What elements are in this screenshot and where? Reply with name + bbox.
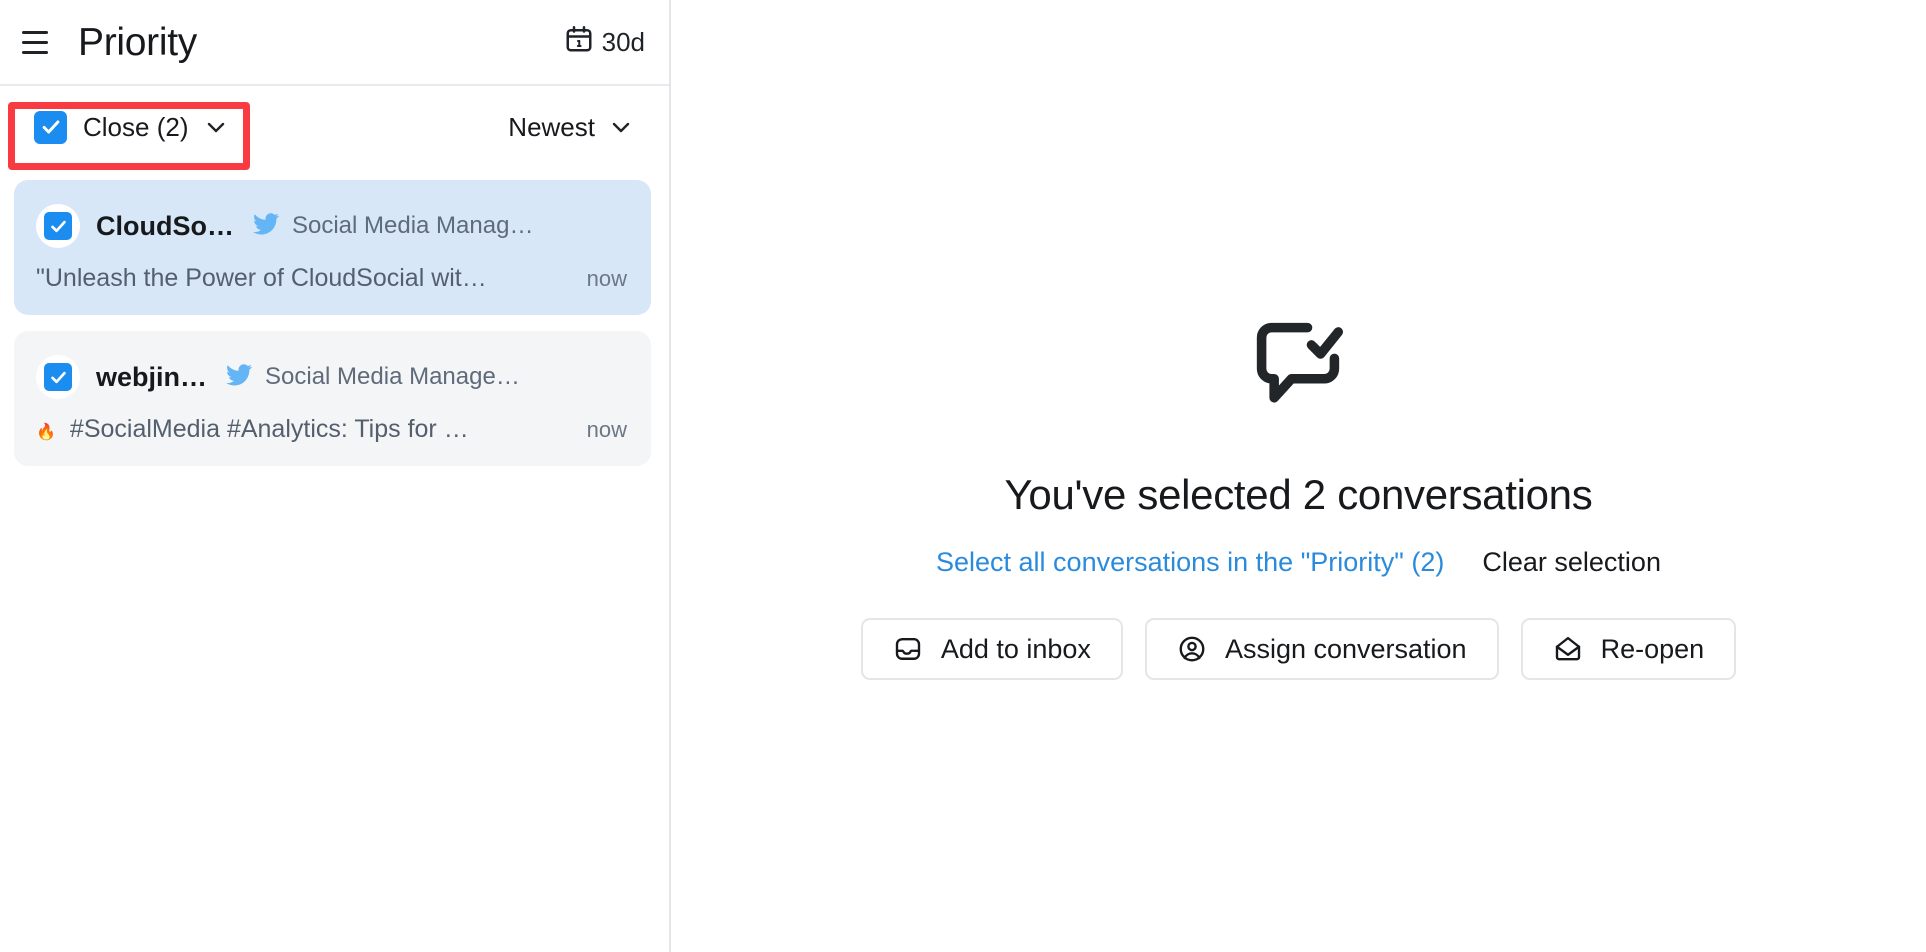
conversation-list-item[interactable]: webjin… Social Media Manage… 🔥 #SocialMe… <box>14 331 651 466</box>
conversation-preview-text: "Unleash the Power of CloudSocial wit… <box>36 264 487 292</box>
add-to-inbox-label: Add to inbox <box>940 633 1091 664</box>
twitter-icon <box>252 210 280 243</box>
date-range-label: 30d <box>601 26 645 57</box>
add-to-inbox-button[interactable]: Add to inbox <box>860 618 1123 680</box>
select-all-checkbox[interactable] <box>34 110 67 144</box>
select-all-conversations-link[interactable]: Select all conversations in the "Priorit… <box>936 547 1444 578</box>
pointer-arrow-to-reopen <box>1811 655 1926 830</box>
selection-title: You've selected 2 conversations <box>1004 471 1593 518</box>
conversation-channel-name: Social Media Manage… <box>265 363 520 390</box>
conversation-checkbox[interactable] <box>44 363 72 391</box>
open-envelope-icon <box>1553 634 1583 664</box>
page-title: Priority <box>78 20 197 64</box>
bulk-action-buttons: Add to inbox Assign conversation Re-open <box>860 618 1737 680</box>
inbox-icon <box>893 634 923 664</box>
conversation-list-item[interactable]: CloudSo… Social Media Manag… "Unleash th… <box>14 180 651 315</box>
conversation-sidebar: Priority 30d Close (2) Newest CloudSo… S… <box>0 0 671 952</box>
chevron-down-icon <box>204 115 228 139</box>
sort-order-dropdown[interactable]: Newest <box>508 112 633 143</box>
main-panel: You've selected 2 conversations Select a… <box>671 0 1926 952</box>
conversation-list: CloudSo… Social Media Manag… "Unleash th… <box>0 168 669 952</box>
twitter-icon <box>225 361 253 394</box>
reopen-label: Re-open <box>1600 633 1705 664</box>
app-root: Priority 30d Close (2) Newest CloudSo… S… <box>0 0 1926 952</box>
sort-order-label: Newest <box>508 111 595 142</box>
assign-conversation-button[interactable]: Assign conversation <box>1144 618 1499 680</box>
conversation-preview-text: #SocialMedia #Analytics: Tips for … <box>69 415 469 443</box>
conversation-timestamp: now <box>586 266 627 291</box>
conversation-header-row: CloudSo… Social Media Manag… <box>36 204 627 248</box>
selection-links: Select all conversations in the "Priorit… <box>936 547 1661 578</box>
conversation-preview-row: "Unleash the Power of CloudSocial wit… n… <box>36 264 627 293</box>
conversation-checkbox-badge[interactable] <box>36 204 80 248</box>
conversation-checkbox[interactable] <box>44 212 72 240</box>
clear-selection-link[interactable]: Clear selection <box>1482 547 1661 578</box>
conversation-checkbox-badge[interactable] <box>36 355 80 399</box>
chevron-down-icon <box>609 115 633 139</box>
conversation-sender-name: webjin… <box>96 361 208 392</box>
conversation-sender-name: CloudSo… <box>96 210 234 241</box>
list-toolbar: Close (2) Newest <box>0 86 669 168</box>
bulk-selection-panel: You've selected 2 conversations Select a… <box>860 312 1737 680</box>
chat-check-icon <box>1246 312 1350 421</box>
conversation-channel-name: Social Media Manag… <box>291 212 534 239</box>
fire-emoji-icon: 🔥 <box>36 424 56 441</box>
assign-conversation-label: Assign conversation <box>1224 633 1467 664</box>
user-circle-icon <box>1177 634 1207 664</box>
close-filter-label: Close (2) <box>83 111 189 142</box>
reopen-button[interactable]: Re-open <box>1520 618 1737 680</box>
sidebar-header: Priority 30d <box>0 0 669 86</box>
date-range-selector[interactable]: 30d <box>564 24 645 61</box>
conversation-header-row: webjin… Social Media Manage… <box>36 355 627 399</box>
close-filter-dropdown[interactable]: Close (2) <box>0 99 246 155</box>
calendar-icon <box>564 24 594 61</box>
hamburger-menu-icon[interactable] <box>22 27 52 57</box>
conversation-timestamp: now <box>586 417 627 442</box>
conversation-preview-row: 🔥 #SocialMedia #Analytics: Tips for … no… <box>36 415 627 444</box>
